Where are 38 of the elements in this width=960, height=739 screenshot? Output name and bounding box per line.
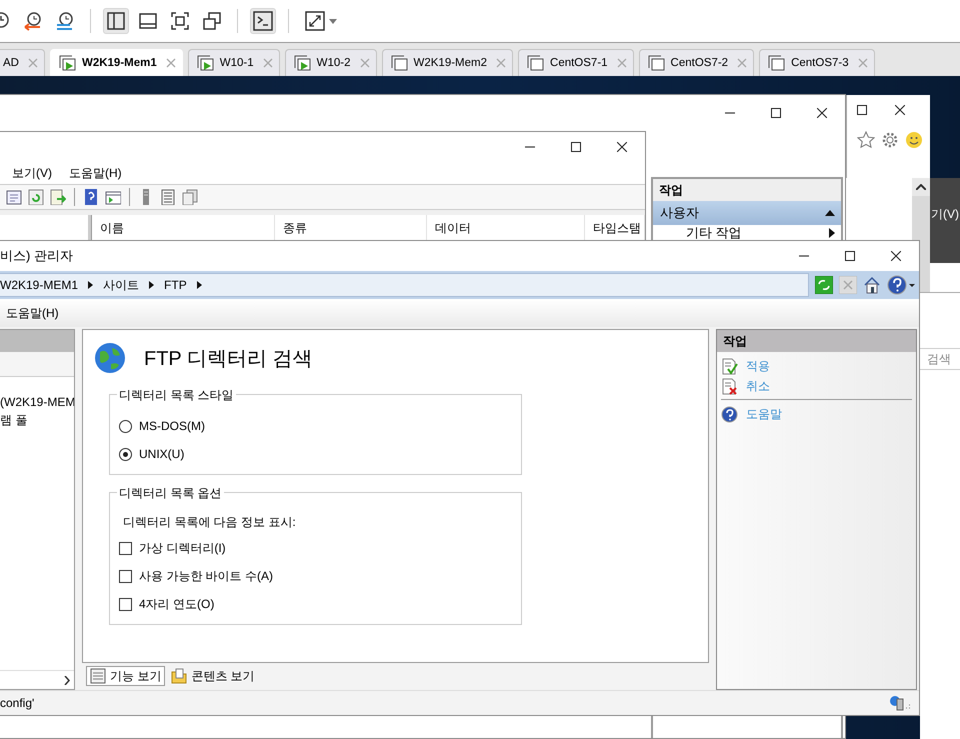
vm-tab[interactable]: CentOS7-3 — [759, 49, 875, 76]
search-field[interactable]: 검색 — [920, 348, 960, 370]
caption: 디렉터리 목록에 다음 정보 표시: — [123, 514, 297, 530]
breadcrumb-item[interactable]: W2K19-MEM1 — [0, 278, 78, 292]
vm-tab[interactable]: W2K19-Mem1 — [50, 49, 183, 76]
vm-tab[interactable]: W2K19-Mem2 — [382, 49, 514, 76]
tree-item[interactable]: (W2K19-MEM — [0, 395, 74, 409]
section-label: 사용자 — [660, 204, 699, 222]
option-label[interactable]: 4자리 연도(O) — [139, 596, 214, 612]
option-label[interactable]: MS-DOS(M) — [139, 419, 205, 433]
option-label[interactable]: 가상 디렉터리(I) — [139, 540, 226, 556]
vm-tab[interactable]: W10-2 — [284, 49, 377, 76]
menu-item[interactable]: 도움말(H) — [6, 304, 59, 322]
menu-item[interactable]: 도움말(H) — [69, 164, 122, 182]
vm-tab[interactable]: W10-1 — [188, 49, 280, 76]
pane-header: 작업 — [653, 179, 841, 201]
pane-header: 작업 — [717, 330, 916, 352]
vm-tab[interactable]: AD — [0, 49, 45, 76]
vm-tab[interactable]: CentOS7-1 — [518, 49, 634, 76]
action-item[interactable]: 기타 작업 — [653, 225, 841, 241]
option-label[interactable]: UNIX(U) — [139, 447, 184, 461]
breadcrumb-item[interactable]: 사이트 — [103, 276, 140, 294]
option-label[interactable]: 사용 가능한 바이트 수(A) — [139, 568, 273, 584]
menu-item[interactable]: 기(V) — [931, 206, 960, 223]
breadcrumb-item[interactable]: FTP — [164, 278, 187, 292]
view-tab[interactable]: 기능 보기 — [86, 666, 166, 686]
tree-item[interactable]: 램 풀 — [0, 412, 74, 429]
group-title: 디렉터리 목록 옵션 — [117, 485, 224, 502]
page-title: FTP 디렉터리 검색 — [144, 346, 313, 372]
group-title: 디렉터리 목록 스타일 — [117, 387, 236, 404]
status-text: config' — [0, 696, 34, 710]
action-label: 기타 작업 — [686, 225, 742, 241]
view-tab[interactable]: 콘텐츠 보기 — [167, 666, 259, 686]
window-title: 비스) 관리자 — [0, 248, 73, 263]
vm-tab[interactable]: CentOS7-2 — [638, 49, 754, 76]
menu-item[interactable]: 보기(V) — [12, 164, 52, 182]
section-header[interactable]: 사용자 — [653, 201, 841, 225]
address-bar[interactable]: W2K19-MEM1 사이트 FTP — [0, 273, 809, 297]
